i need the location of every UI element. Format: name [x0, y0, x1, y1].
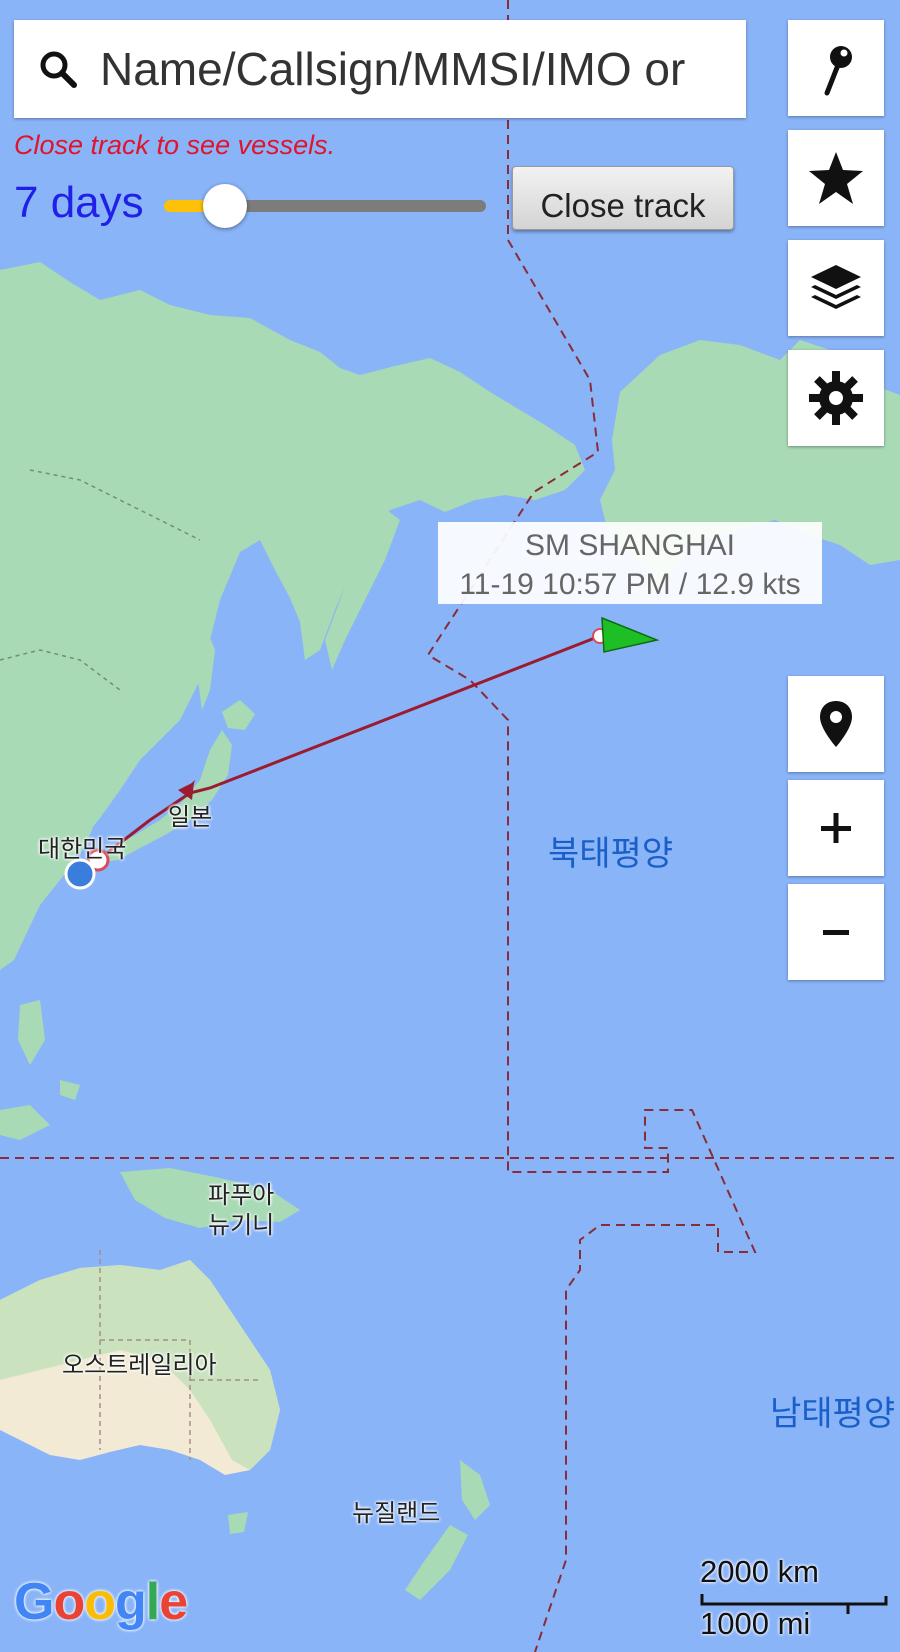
track-days-slider[interactable]	[164, 184, 486, 228]
ocean-label-north-pacific: 북태평양	[548, 834, 674, 874]
zoom-out-icon	[823, 930, 849, 935]
place-label-papua: 파푸아	[208, 1181, 275, 1209]
search-input[interactable]	[100, 42, 720, 96]
vessel-status: 11-19 10:57 PM / 12.9 kts	[459, 568, 801, 601]
zoom-out-button[interactable]	[788, 884, 884, 980]
zoom-in-button[interactable]	[788, 780, 884, 876]
user-location-dot	[64, 858, 96, 890]
ocean-label-south-pacific: 남태평양	[770, 1394, 896, 1434]
my-location-button[interactable]	[788, 676, 884, 772]
place-label-new-guinea: 뉴기니	[208, 1211, 275, 1239]
search-icon	[40, 51, 77, 88]
scale-mi-label: 1000 mi	[700, 1606, 811, 1641]
pin-icon	[824, 46, 852, 96]
zoom-in-icon	[821, 813, 851, 843]
place-label-japan: 일본	[168, 803, 213, 831]
layers-icon	[811, 265, 861, 309]
search-bar[interactable]	[14, 20, 746, 118]
location-pin-icon	[820, 701, 852, 747]
pin-button[interactable]	[788, 20, 884, 116]
settings-button[interactable]	[788, 350, 884, 446]
map-canvas[interactable]	[0, 0, 900, 1652]
place-label-australia: 오스트레일리아	[62, 1351, 217, 1379]
scale-bar: 2000 km 1000 mi	[700, 1554, 888, 1641]
close-track-button[interactable]: Close track	[512, 166, 734, 230]
slider-thumb[interactable]	[203, 184, 248, 228]
vessel-name: SM SHANGHAI	[524, 529, 736, 562]
favorites-button[interactable]	[788, 130, 884, 226]
google-logo: Google	[14, 1573, 188, 1631]
place-label-new-zealand: 뉴질랜드	[352, 1499, 441, 1527]
vessel-label[interactable]: SM SHANGHAI 11-19 10:57 PM / 12.9 kts	[438, 522, 822, 604]
star-icon	[809, 152, 863, 204]
layers-button[interactable]	[788, 240, 884, 336]
place-label-papua-new-guinea: 파푸아 뉴기니	[208, 1180, 274, 1240]
track-hint-text: Close track to see vessels.	[14, 130, 336, 160]
scale-km-label: 2000 km	[700, 1554, 819, 1589]
track-days-label: 7 days	[14, 178, 144, 227]
gear-icon	[809, 371, 863, 425]
place-label-korea: 대한민국	[38, 835, 127, 863]
